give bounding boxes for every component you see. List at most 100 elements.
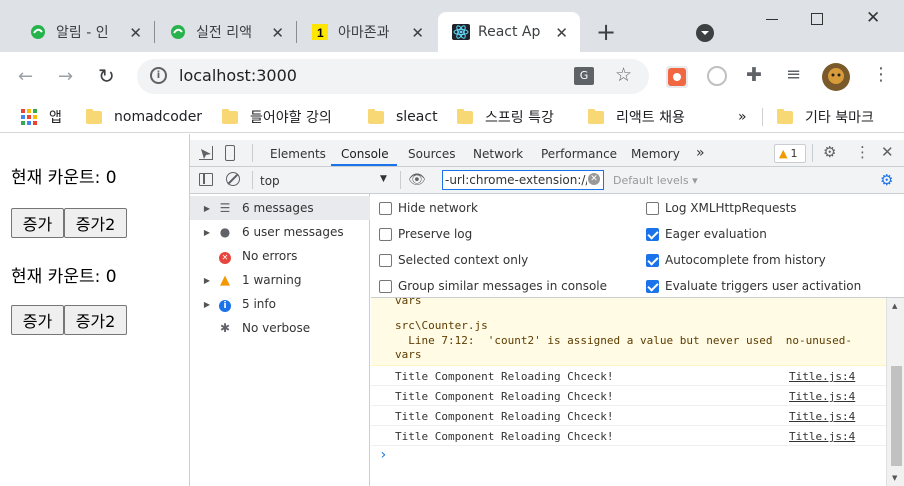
checkbox-checked[interactable] bbox=[646, 253, 659, 267]
device-toolbar-icon[interactable] bbox=[225, 145, 235, 161]
back-button[interactable]: ← bbox=[18, 66, 33, 87]
context-selector[interactable]: top ▼ bbox=[260, 172, 396, 190]
tab-network[interactable]: Network bbox=[473, 147, 523, 161]
filter-text[interactable]: -url:chrome-extension://fn bbox=[445, 173, 587, 187]
checkbox[interactable] bbox=[379, 201, 392, 215]
menu-kebab-icon[interactable]: ⋮ bbox=[872, 64, 890, 85]
url-text[interactable]: localhost:3000 bbox=[179, 66, 297, 85]
warning-counter[interactable]: ▲ 1 bbox=[774, 144, 806, 163]
minimize-button[interactable] bbox=[766, 19, 778, 20]
evaluate-triggers-checkbox[interactable]: Evaluate triggers user activation bbox=[646, 279, 861, 293]
other-bookmarks-folder[interactable]: 기타 북마크 bbox=[777, 107, 874, 127]
sidebar-item-info[interactable]: ▶ i 5 info bbox=[190, 292, 370, 316]
browser-tab-active[interactable]: React Ap ✕ bbox=[438, 12, 580, 52]
console-prompt[interactable]: › bbox=[379, 447, 387, 463]
sidebar-toggle-icon[interactable] bbox=[199, 173, 213, 186]
checkbox-checked[interactable] bbox=[646, 227, 659, 241]
filter-input[interactable]: -url:chrome-extension://fn ✕ bbox=[442, 170, 604, 190]
log-xhr-checkbox[interactable]: Log XMLHttpRequests bbox=[646, 201, 797, 215]
tab-elements[interactable]: Elements bbox=[270, 147, 326, 161]
tab-sources[interactable]: Sources bbox=[408, 147, 455, 161]
log-levels-dropdown[interactable]: Default levels ▾ bbox=[613, 174, 698, 187]
tab-performance[interactable]: Performance bbox=[541, 147, 617, 161]
gear-icon[interactable]: ⚙ bbox=[823, 143, 836, 161]
log-source-link[interactable]: Title.js:4 bbox=[789, 370, 855, 383]
context-label: top bbox=[260, 174, 280, 188]
close-icon[interactable]: ✕ bbox=[555, 24, 568, 42]
whale-icon bbox=[170, 24, 186, 40]
window-close-button[interactable]: ✕ bbox=[866, 8, 880, 28]
bookmark-folder[interactable]: 리액트 채용 bbox=[588, 107, 685, 127]
kebab-icon[interactable]: ⋮ bbox=[855, 143, 870, 161]
avatar[interactable] bbox=[822, 63, 850, 91]
autocomplete-history-checkbox[interactable]: Autocomplete from history bbox=[646, 253, 826, 267]
checkbox[interactable] bbox=[379, 253, 392, 267]
increment-button[interactable]: 증가 bbox=[11, 208, 64, 238]
checkbox-label: Autocomplete from history bbox=[665, 253, 826, 267]
tab-search-button[interactable] bbox=[696, 24, 714, 42]
tab-strip: 알림 - 인 ✕ 실전 리액 ✕ 1 아마존과 ✕ React Ap ✕ + ✕ bbox=[0, 0, 904, 52]
reload-button[interactable]: ↻ bbox=[98, 64, 115, 88]
preserve-log-checkbox[interactable]: Preserve log bbox=[379, 227, 472, 241]
more-tabs-button[interactable]: » bbox=[696, 145, 705, 161]
console-settings-gear-icon[interactable]: ⚙ bbox=[880, 171, 893, 189]
bookmark-folder[interactable]: 들어야할 강의 bbox=[222, 107, 332, 127]
forward-button[interactable]: → bbox=[58, 66, 73, 87]
extension-icon[interactable] bbox=[707, 66, 727, 86]
eye-icon[interactable]: 👁 bbox=[408, 172, 426, 188]
close-icon[interactable]: ✕ bbox=[411, 24, 424, 42]
close-icon[interactable]: ✕ bbox=[271, 24, 284, 42]
browser-tab[interactable]: 알림 - 인 ✕ bbox=[16, 12, 154, 52]
bookmark-folder[interactable]: nomadcoder bbox=[86, 107, 202, 127]
folder-icon bbox=[588, 108, 604, 124]
console-scrollbar[interactable]: ▲ ▼ bbox=[886, 298, 904, 486]
tab-memory[interactable]: Memory bbox=[631, 147, 680, 161]
translate-icon[interactable]: G bbox=[574, 67, 594, 85]
apps-bookmark[interactable]: 앱 bbox=[21, 107, 62, 127]
tab-console[interactable]: Console bbox=[341, 147, 389, 161]
address-bar[interactable]: i localhost:3000 G ☆ bbox=[137, 59, 649, 94]
checkbox[interactable] bbox=[379, 279, 392, 293]
scroll-up-arrow-icon[interactable]: ▲ bbox=[892, 302, 897, 310]
warning-message: vars src\Counter.js Line 7:12: 'count2' … bbox=[371, 298, 886, 366]
checkbox[interactable] bbox=[646, 201, 659, 215]
devtools-panel: Elements Console Sources Network Perform… bbox=[189, 134, 904, 486]
inspect-icon[interactable] bbox=[199, 146, 213, 160]
bookmarks-overflow-button[interactable]: » bbox=[738, 107, 747, 127]
clear-console-icon[interactable] bbox=[226, 172, 240, 186]
close-icon[interactable]: ✕ bbox=[881, 143, 894, 161]
maximize-button[interactable] bbox=[811, 13, 823, 25]
sidebar-item-verbose[interactable]: ✱ No verbose bbox=[190, 316, 370, 340]
bookmark-label: 스프링 특강 bbox=[485, 110, 554, 126]
sidebar-item-user-messages[interactable]: ▶ ● 6 user messages bbox=[190, 220, 370, 244]
sidebar-item-messages[interactable]: ▶ ☰ 6 messages bbox=[190, 196, 370, 220]
puzzle-icon[interactable]: ✚ bbox=[746, 64, 762, 86]
media-control-icon[interactable]: ≡ bbox=[786, 64, 801, 85]
sidebar-item-warnings[interactable]: ▶ ▲ 1 warning bbox=[190, 268, 370, 292]
log-source-link[interactable]: Title.js:4 bbox=[789, 390, 855, 403]
clear-filter-icon[interactable]: ✕ bbox=[588, 173, 600, 185]
browser-tab[interactable]: 1 아마존과 ✕ bbox=[298, 12, 436, 52]
increment-button[interactable]: 증가 bbox=[11, 305, 64, 335]
scrollbar-thumb[interactable] bbox=[891, 366, 902, 466]
react-devtools-extension-icon[interactable] bbox=[666, 66, 688, 88]
scroll-down-arrow-icon[interactable]: ▼ bbox=[892, 474, 897, 482]
star-icon[interactable]: ☆ bbox=[615, 64, 632, 86]
group-similar-checkbox[interactable]: Group similar messages in console bbox=[379, 279, 607, 293]
new-tab-button[interactable]: + bbox=[596, 18, 616, 46]
eager-evaluation-checkbox[interactable]: Eager evaluation bbox=[646, 227, 767, 241]
browser-tab[interactable]: 실전 리액 ✕ bbox=[156, 12, 296, 52]
checkbox-checked[interactable] bbox=[646, 279, 659, 293]
close-icon[interactable]: ✕ bbox=[129, 24, 142, 42]
increment2-button[interactable]: 증가2 bbox=[64, 208, 127, 238]
hide-network-checkbox[interactable]: Hide network bbox=[379, 201, 478, 215]
info-icon[interactable]: i bbox=[150, 67, 167, 84]
increment2-button[interactable]: 증가2 bbox=[64, 305, 127, 335]
log-source-link[interactable]: Title.js:4 bbox=[789, 430, 855, 443]
selected-context-checkbox[interactable]: Selected context only bbox=[379, 253, 528, 267]
sidebar-item-errors[interactable]: ✕ No errors bbox=[190, 244, 370, 268]
log-source-link[interactable]: Title.js:4 bbox=[789, 410, 855, 423]
bookmark-folder[interactable]: sleact bbox=[368, 107, 438, 127]
bookmark-folder[interactable]: 스프링 특강 bbox=[457, 107, 554, 127]
checkbox[interactable] bbox=[379, 227, 392, 241]
